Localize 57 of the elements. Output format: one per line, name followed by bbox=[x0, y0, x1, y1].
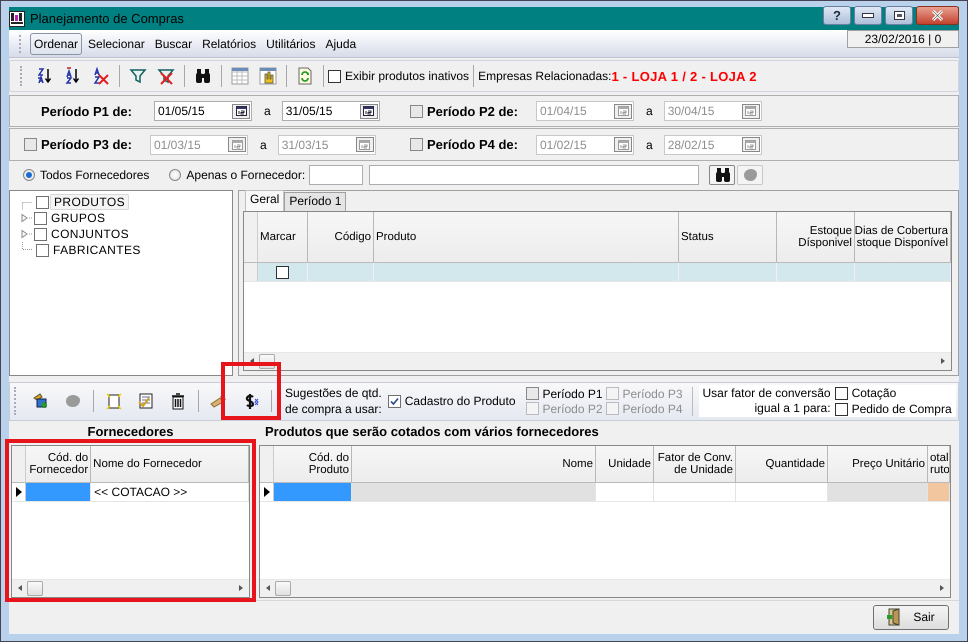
checkbox-label: Período P3 bbox=[622, 386, 683, 401]
menu-item[interactable]: Relatórios bbox=[198, 32, 260, 55]
radio-label: Todos Fornecedores bbox=[40, 168, 150, 182]
checkbox-label: Cotação bbox=[852, 386, 896, 400]
date-label: 23/02/2016 | 0 bbox=[847, 30, 959, 48]
column-header: Código bbox=[308, 212, 374, 262]
date-field[interactable]: 31/05/15 bbox=[282, 101, 380, 122]
radio-label: Apenas o Fornecedor: bbox=[186, 168, 306, 182]
window-title: Planejamento de Compras bbox=[30, 11, 184, 26]
checkbox-label: Período P1 bbox=[542, 386, 603, 401]
period-label: Período P2 de: bbox=[426, 104, 518, 119]
period-label: Período P3 de: bbox=[40, 137, 132, 152]
suggestions-label: Sugestões de qtd. de compra a usar: bbox=[285, 385, 382, 418]
range-separator: a bbox=[260, 138, 267, 152]
exit-button[interactable]: Sair bbox=[873, 604, 949, 630]
column-header: Estoque Dísponivel bbox=[777, 212, 855, 262]
column-header: Status bbox=[679, 212, 777, 262]
menu-item[interactable]: Buscar bbox=[150, 32, 196, 55]
column-header: Dias de Cobertura stoque Disponível bbox=[855, 212, 951, 262]
column-header: Nome bbox=[352, 446, 596, 482]
companies-label: Empresas Relacionadas: bbox=[478, 69, 612, 84]
tab[interactable]: Geral bbox=[245, 190, 284, 212]
menu-item[interactable]: Ajuda bbox=[321, 32, 360, 55]
column-header: Cód. do Fornecedor bbox=[26, 446, 92, 482]
column-header: Unidade bbox=[596, 446, 654, 482]
column-header: Marcar bbox=[258, 212, 308, 262]
date-field[interactable]: 01/05/15 bbox=[154, 101, 252, 122]
companies-value: 1 - LOJA 1 / 2 - LOJA 2 bbox=[611, 68, 757, 84]
column-header: otal ruto bbox=[928, 446, 950, 482]
menu-item[interactable]: Ordenar bbox=[30, 32, 82, 55]
column-header: Quantidade bbox=[736, 446, 828, 482]
range-separator: a bbox=[264, 104, 271, 118]
checkbox-label: Período P2 bbox=[542, 402, 603, 416]
checkbox-label: Período P4 bbox=[622, 402, 683, 416]
column-header: Nome do Fornecedor bbox=[91, 446, 249, 482]
column-header: Fator de Conv. de Unidade bbox=[654, 446, 736, 482]
menu-item[interactable]: Selecionar bbox=[84, 32, 149, 55]
section-title: Fornecedores bbox=[88, 424, 174, 439]
section-title: Produtos que serão cotados com vários fornecedores bbox=[265, 424, 599, 439]
column-header: Produto bbox=[374, 212, 679, 262]
conversion-label: Usar fator de conversão igual a 1 para: bbox=[702, 386, 831, 416]
tab[interactable]: Período 1 bbox=[284, 192, 346, 212]
checkbox-label: Exibir produtos inativos bbox=[345, 69, 470, 84]
tree-item[interactable]: PRODUTOS bbox=[50, 194, 129, 210]
tree-item[interactable]: GRUPOS bbox=[48, 211, 108, 226]
range-separator: a bbox=[646, 104, 653, 118]
tree-item[interactable]: FABRICANTES bbox=[50, 243, 144, 258]
range-separator: a bbox=[646, 138, 653, 152]
tree-item[interactable]: CONJUNTOS bbox=[48, 227, 132, 242]
period-label: Período P4 de: bbox=[426, 137, 518, 152]
checkbox-label: Cadastro do Produto bbox=[404, 394, 516, 408]
period-label: Período P1 de: bbox=[40, 104, 132, 119]
checkbox-label: Pedido de Compra bbox=[852, 402, 952, 416]
help-button[interactable]: ? bbox=[823, 6, 851, 25]
column-header: Cód. do Produto bbox=[274, 446, 352, 482]
menu-item[interactable]: Utilitários bbox=[262, 32, 320, 55]
column-header: Preço Unitário bbox=[828, 446, 928, 482]
